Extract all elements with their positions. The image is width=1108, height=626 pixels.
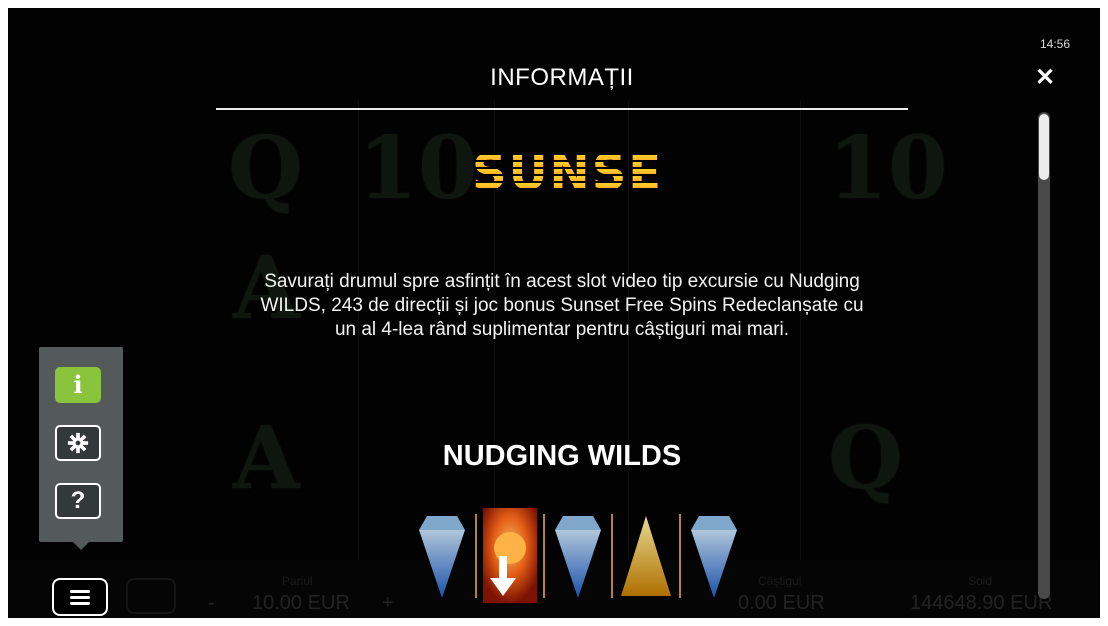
- title-divider: [216, 108, 908, 110]
- section-title-nudging-wilds: NUDGING WILDS: [442, 440, 682, 472]
- menu-icon[interactable]: [52, 578, 108, 616]
- balance-label: Sold: [968, 574, 993, 588]
- bet-plus-button[interactable]: +: [382, 592, 394, 615]
- balance-value: 144648.90 EUR: [910, 592, 1053, 614]
- arrow-down-icon: [490, 556, 516, 596]
- sunset-logo: SUNSET: [472, 145, 698, 201]
- dialog-title: INFORMAȚII: [490, 64, 634, 91]
- diamond-symbol: [413, 508, 471, 603]
- sound-icon[interactable]: [126, 578, 176, 614]
- bet-label: Pariul: [282, 574, 313, 588]
- side-menu: i ?: [39, 347, 123, 550]
- clock: 14:56: [1039, 37, 1070, 51]
- win-value: 0.00 EUR: [738, 592, 825, 614]
- win-label: Câștigul: [758, 574, 802, 588]
- game-description: Savurați drumul spre asfințit în acest s…: [260, 271, 864, 340]
- bet-minus-button[interactable]: -: [208, 592, 215, 615]
- game-screen: Q 10 10 A A Q Pariul - 10.00 EUR + Câști…: [8, 8, 1100, 618]
- pyramid-symbol: [617, 508, 675, 603]
- scroll-thumb[interactable]: [1039, 114, 1049, 180]
- diamond-symbol: [685, 508, 743, 603]
- gear-icon[interactable]: [55, 425, 101, 461]
- help-icon[interactable]: ?: [55, 483, 101, 519]
- diamond-symbol: [549, 508, 607, 603]
- close-icon[interactable]: ✕: [1035, 66, 1055, 90]
- bet-value: 10.00 EUR: [252, 592, 350, 614]
- nudging-wilds-illustration: [403, 508, 743, 603]
- info-icon[interactable]: i: [55, 367, 101, 403]
- scrollbar[interactable]: [1038, 112, 1050, 599]
